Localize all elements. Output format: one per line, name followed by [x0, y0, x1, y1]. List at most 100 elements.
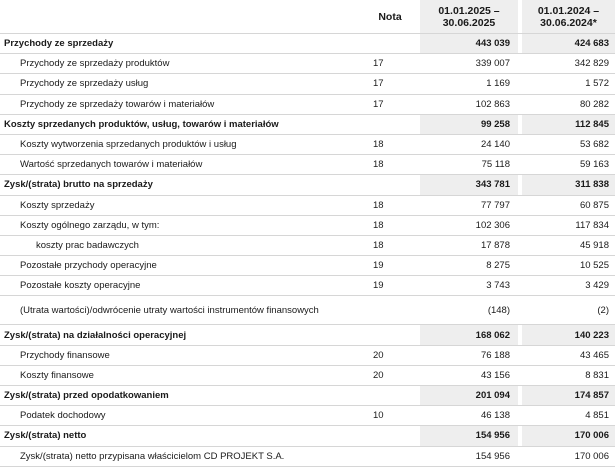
row-value-current: 75 118: [481, 159, 510, 171]
row-nota: [360, 34, 420, 54]
row-nota: [360, 446, 420, 466]
table-row: (Utrata wartości)/odwrócenie utraty wart…: [0, 295, 615, 325]
header-label-cell: [0, 0, 360, 34]
table-body: Przychody ze sprzedaży 443 039 424 683 Przy…: [0, 33, 615, 467]
table-row: Koszty wytworzenia sprzedanych produktów…: [0, 134, 615, 155]
row-nota: 18: [373, 239, 384, 251]
row-value-previous: 60 875: [579, 199, 609, 211]
row-label: Podatek dochodowy: [20, 410, 106, 422]
income-statement-table: Nota 01.01.2025 – 30.06.2025 01.01.2024 …: [0, 0, 615, 467]
row-value-current: 77 797: [480, 199, 510, 211]
row-nota: 17: [373, 58, 384, 70]
row-nota: [360, 175, 420, 195]
row-value-current: 339 007: [475, 58, 510, 70]
table-row: Koszty finansowe 20 43 156 8 831: [0, 365, 615, 386]
row-label: Pozostałe koszty operacyjne: [20, 280, 141, 292]
header-nota: Nota: [378, 10, 402, 23]
row-nota: 20: [373, 349, 384, 361]
table-row: Podatek dochodowy 10 46 138 4 851: [0, 405, 615, 426]
row-value-current: 168 062: [420, 324, 518, 346]
row-value-previous: 170 006: [574, 450, 609, 462]
row-nota: 18: [373, 159, 384, 171]
row-label: Przychody ze sprzedaży produktów: [20, 58, 170, 70]
income-statement: Nota 01.01.2025 – 30.06.2025 01.01.2024 …: [0, 0, 615, 467]
row-value-current: 154 956: [420, 425, 518, 447]
row-value-previous: 80 282: [579, 98, 609, 110]
table-row-total: Zysk/(strata) netto 154 956 170 006: [0, 425, 615, 447]
row-nota: [360, 386, 420, 406]
row-value-current: 76 188: [480, 349, 510, 361]
table-row: Zysk/(strata) netto przypisana właścicie…: [0, 446, 615, 467]
row-label: Koszty sprzedanych produktów, usług, tow…: [4, 118, 279, 130]
row-value-previous: 117 834: [575, 219, 609, 231]
row-value-previous: 43 465: [579, 349, 609, 361]
table-row: Wartość sprzedanych towarów i materiałów…: [0, 154, 615, 175]
row-label: Przychody ze sprzedaży towarów i materia…: [20, 98, 215, 110]
row-value-current: 343 781: [420, 174, 518, 195]
row-value-previous: 4 851: [585, 410, 609, 422]
row-value-previous: 3 429: [585, 280, 609, 292]
row-value-previous: 10 525: [579, 260, 609, 272]
row-label: Koszty ogólnego zarządu, w tym:: [20, 219, 160, 231]
table-row: Pozostałe koszty operacyjne 19 3 743 3 429: [0, 275, 615, 296]
row-value-previous: 1 572: [585, 78, 609, 90]
row-value-current: 24 140: [480, 139, 510, 151]
header-period-previous: 01.01.2024 – 30.06.2024*: [522, 0, 615, 34]
row-value-current: 46 138: [480, 410, 510, 422]
table-row-total: Zysk/(strata) na działalności operacyjne…: [0, 324, 615, 346]
header-row: Nota 01.01.2025 – 30.06.2025 01.01.2024 …: [0, 0, 615, 34]
row-value-previous: 424 683: [522, 33, 615, 54]
row-nota: 18: [373, 139, 384, 151]
row-value-current: 17 878: [480, 239, 510, 251]
table-row: koszty prac badawczych 18 17 878 45 918: [0, 235, 615, 256]
row-nota: 20: [373, 369, 384, 381]
row-value-current: 201 094: [420, 385, 518, 406]
row-label: Koszty wytworzenia sprzedanych produktów…: [20, 139, 237, 151]
row-nota: 19: [373, 280, 384, 292]
row-nota: 19: [373, 260, 384, 272]
row-nota: 18: [373, 199, 384, 211]
table-row: Przychody ze sprzedaży towarów i materia…: [0, 94, 615, 115]
row-value-previous: 311 838: [522, 174, 615, 195]
row-value-current: 102 306: [475, 219, 510, 231]
row-label: Zysk/(strata) przed opodatkowaniem: [4, 390, 169, 402]
row-label: Przychody finansowe: [20, 349, 110, 361]
row-label: Zysk/(strata) brutto na sprzedaży: [4, 179, 153, 191]
row-value-previous: 174 857: [522, 385, 615, 406]
table-row-total: Przychody ze sprzedaży 443 039 424 683: [0, 33, 615, 54]
row-value-previous: 53 682: [579, 139, 609, 151]
row-label: Zysk/(strata) netto przypisana właścicie…: [20, 450, 285, 462]
row-nota: [360, 114, 420, 134]
row-label: koszty prac badawczych: [36, 239, 139, 251]
row-value-previous: 8 831: [585, 369, 609, 381]
table-row-total: Zysk/(strata) przed opodatkowaniem 201 09…: [0, 385, 615, 406]
table-row: Koszty ogólnego zarządu, w tym: 18 102 306…: [0, 215, 615, 236]
period-current-end: 30.06.2025: [442, 16, 496, 29]
row-value-previous: 112 845: [522, 114, 615, 135]
table-row: Przychody ze sprzedaży usług 17 1 169 1 572: [0, 73, 615, 95]
row-label: Przychody ze sprzedaży: [4, 38, 114, 50]
row-label: (Utrata wartości)/odwrócenie utraty wart…: [20, 304, 319, 316]
row-label: Zysk/(strata) netto: [4, 430, 87, 442]
row-value-current: 99 258: [420, 114, 518, 135]
row-label: Zysk/(strata) na działalności operacyjne…: [4, 329, 187, 341]
row-label: Pozostałe przychody operacyjne: [20, 260, 157, 272]
period-previous-start: 01.01.2024 –: [537, 4, 600, 17]
row-label: Koszty sprzedaży: [20, 199, 95, 211]
row-value-previous: 342 829: [574, 58, 609, 70]
row-value-current: 154 956: [475, 450, 510, 462]
row-nota: 10: [373, 410, 384, 422]
table-header: Nota 01.01.2025 – 30.06.2025 01.01.2024 …: [0, 0, 615, 34]
row-value-previous: (2): [597, 304, 609, 316]
table-row: Przychody finansowe 20 76 188 43 465: [0, 345, 615, 366]
row-value-current: 1 169: [486, 78, 510, 90]
row-nota: [360, 296, 420, 325]
row-nota: 17: [373, 98, 384, 110]
row-label: Wartość sprzedanych towarów i materiałów: [20, 159, 203, 171]
table-row: Pozostałe przychody operacyjne 19 8 275 10 …: [0, 255, 615, 276]
row-value-previous: 170 006: [522, 425, 615, 447]
row-label: Koszty finansowe: [20, 369, 94, 381]
row-value-previous: 45 918: [579, 239, 609, 251]
table-row-total: Koszty sprzedanych produktów, usług, tow…: [0, 114, 615, 135]
row-value-current: 43 156: [480, 369, 510, 381]
